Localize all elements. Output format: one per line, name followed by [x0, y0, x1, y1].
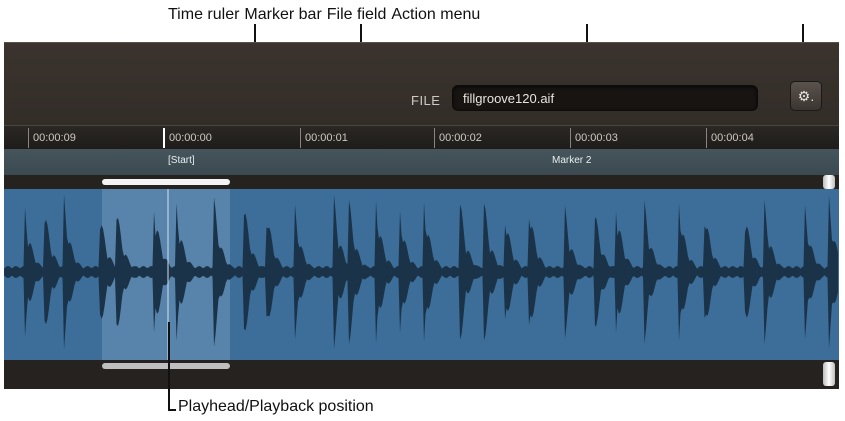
marker-start[interactable]: [Start]	[168, 155, 195, 166]
range-handle-bottom[interactable]	[102, 363, 230, 369]
scroll-end-cap-bottom[interactable]	[823, 362, 835, 386]
leader-playhead-elbow	[168, 409, 176, 411]
ruler-tick: 00:00:01	[300, 128, 348, 148]
ruler-tick: 00:00:00	[164, 128, 212, 148]
audio-editor-panel: FILE fillgroove120.aif ⚙. 00:00:09 00:00…	[4, 42, 839, 389]
waveform-display[interactable]	[4, 189, 839, 360]
ruler-playhead-marker[interactable]	[163, 128, 165, 148]
callout-marker-bar: Marker bar	[244, 6, 322, 23]
range-handle-top[interactable]	[102, 179, 230, 185]
marker-2[interactable]: Marker 2	[552, 155, 591, 166]
selection-range-bar-bottom[interactable]	[4, 360, 839, 389]
file-label: FILE	[411, 93, 441, 108]
callout-action-menu: Action menu	[391, 6, 481, 23]
file-field[interactable]: fillgroove120.aif	[452, 85, 758, 111]
callout-labels: Time ruler Marker bar File field Action men…	[168, 6, 485, 24]
callout-time-ruler: Time ruler	[168, 6, 240, 23]
ruler-tick: 00:00:02	[434, 128, 482, 148]
action-menu-button[interactable]: ⚙.	[790, 81, 822, 111]
selection-range-bar-top[interactable]	[4, 175, 839, 189]
callout-file-field: File field	[326, 6, 387, 23]
scroll-end-cap-top[interactable]	[823, 175, 835, 189]
gear-icon: ⚙.	[797, 88, 815, 104]
ruler-tick: 00:00:03	[570, 128, 618, 148]
ruler-tick: 00:00:04	[706, 128, 754, 148]
ruler-tick: 00:00:09	[28, 128, 76, 148]
waveform-svg	[4, 189, 838, 360]
time-ruler[interactable]: 00:00:09 00:00:00 00:00:01 00:00:02 00:0…	[4, 125, 839, 151]
marker-bar[interactable]: [Start] Marker 2	[4, 149, 839, 176]
callout-playhead: Playhead/Playback position	[178, 398, 374, 415]
leader-playhead	[168, 322, 170, 411]
